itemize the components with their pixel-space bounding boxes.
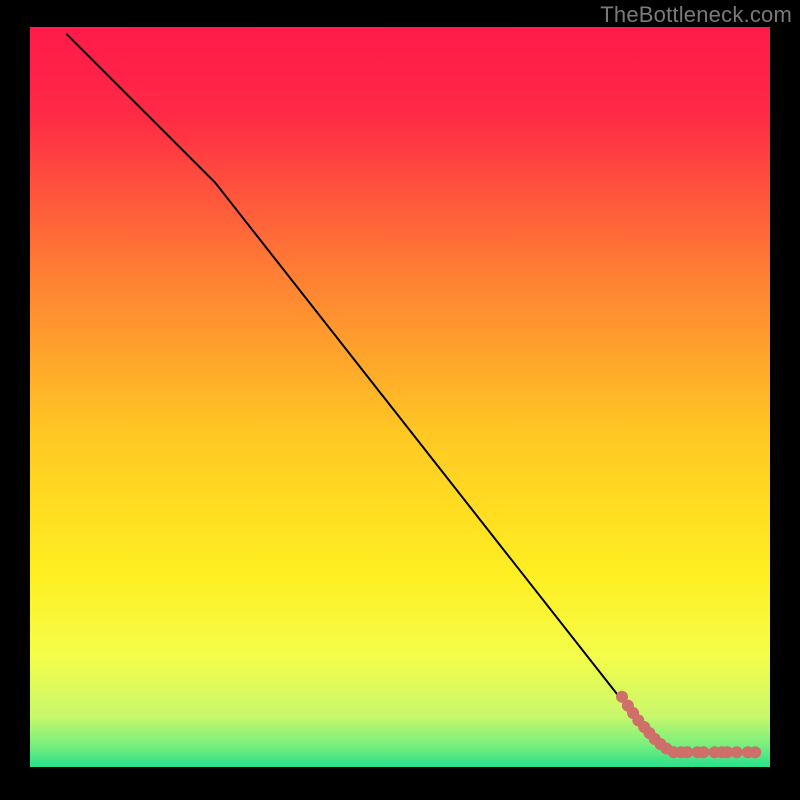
plot-area xyxy=(30,27,770,767)
gradient-background xyxy=(30,27,770,767)
chart-svg xyxy=(30,27,770,767)
data-marker xyxy=(731,746,743,758)
data-marker xyxy=(681,746,693,758)
data-marker xyxy=(697,746,709,758)
data-marker xyxy=(749,746,761,758)
watermark-text: TheBottleneck.com xyxy=(600,2,792,28)
chart-frame: TheBottleneck.com xyxy=(0,0,800,800)
